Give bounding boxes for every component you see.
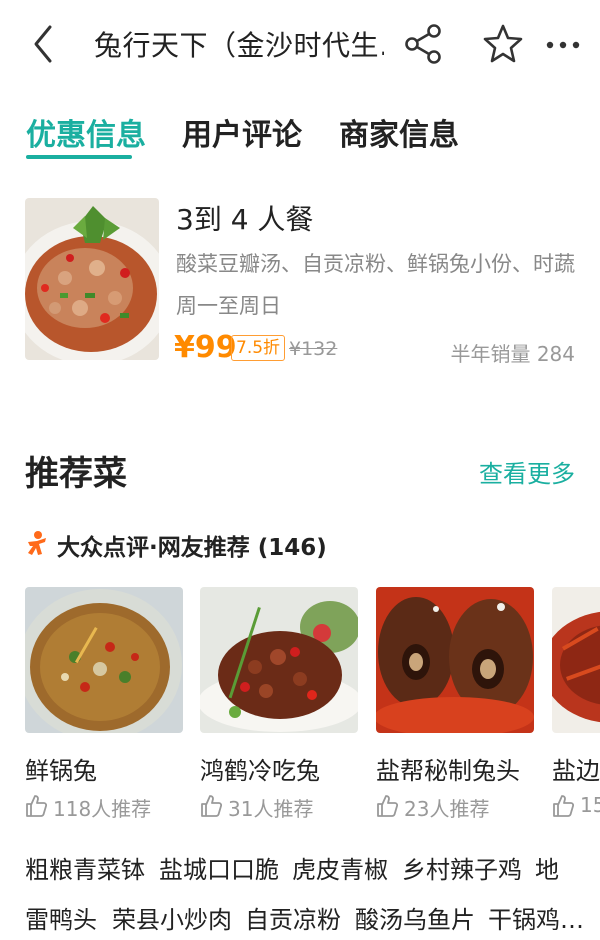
see-more-link[interactable]: 查看更多	[479, 454, 575, 489]
page-title: 兔行天下（金沙时代生…	[94, 29, 384, 62]
thumbs-up-icon	[201, 795, 222, 817]
dish-like-count: 23人推荐	[404, 797, 490, 821]
dish-image	[552, 587, 600, 733]
dish-card[interactable]: 鲜锅兔 118人推荐	[25, 587, 185, 827]
dish-tag[interactable]: 盐城口口脆	[159, 850, 279, 885]
dish-name: 盐帮秘制兔头	[376, 757, 520, 785]
share-icon	[405, 24, 441, 64]
thumbs-up-icon	[553, 795, 574, 817]
dish-tag[interactable]: 荣县小炒肉	[112, 900, 232, 935]
dish-tag[interactable]: 粗粮青菜钵	[25, 850, 145, 885]
thumbs-up-icon	[377, 795, 398, 817]
dish-name: 鲜锅兔	[25, 757, 97, 785]
dish-tag[interactable]: 干锅鸡…	[488, 900, 584, 935]
more-button[interactable]	[545, 30, 581, 60]
top-bar: 兔行天下（金沙时代生…	[0, 0, 600, 90]
favorite-button[interactable]	[482, 22, 524, 66]
active-tab-indicator	[26, 155, 132, 159]
tab-deals[interactable]: 优惠信息	[26, 110, 146, 154]
star-icon	[483, 24, 523, 63]
dish-name: 盐边	[552, 757, 600, 785]
deal-card[interactable]: 3到 4 人餐 酸菜豆瓣汤、自贡凉粉、鲜锅兔小份、时蔬 周一至周日 ¥99 7.…	[0, 190, 600, 370]
dish-card[interactable]: 鸿鹤冷吃兔 31人推荐	[200, 587, 360, 827]
dish-tag[interactable]: 酸汤乌鱼片	[355, 900, 475, 935]
dianping-logo-icon	[28, 531, 46, 555]
deal-price: ¥99	[174, 330, 237, 365]
dish-name: 鸿鹤冷吃兔	[200, 757, 320, 785]
dish-tag[interactable]: 地	[535, 850, 559, 885]
dish-like-count: 15	[580, 793, 600, 817]
dish-like-count: 31人推荐	[228, 797, 314, 821]
tab-merchant-info[interactable]: 商家信息	[339, 110, 459, 154]
thumbs-up-icon	[26, 795, 47, 817]
share-button[interactable]	[404, 22, 444, 66]
dish-tag[interactable]: 雷鸭头	[25, 900, 97, 935]
deal-image	[25, 198, 159, 360]
deal-description: 酸菜豆瓣汤、自贡凉粉、鲜锅兔小份、时蔬	[176, 252, 575, 276]
deal-valid-days: 周一至周日	[176, 294, 281, 318]
section-title: 推荐菜	[25, 454, 127, 494]
tab-reviews[interactable]: 用户评论	[182, 110, 302, 154]
dish-list: 鲜锅兔 118人推荐 鸿鹤冷吃兔 31人推荐 盐帮秘制兔头 23人推荐 盐边 1…	[0, 587, 600, 827]
dish-image	[376, 587, 534, 733]
dish-like-count: 118人推荐	[53, 797, 152, 821]
dish-image	[25, 587, 183, 733]
sales-count: 半年销量 284	[450, 342, 575, 366]
dish-tag[interactable]: 虎皮青椒	[292, 850, 388, 885]
back-icon	[34, 25, 52, 63]
back-button[interactable]	[26, 22, 62, 66]
deal-title: 3到 4 人餐	[176, 203, 314, 236]
dish-tag[interactable]: 乡村辣子鸡	[402, 850, 522, 885]
source-label: 大众点评·网友推荐 (146)	[57, 535, 327, 561]
dish-tag[interactable]: 自贡凉粉	[245, 900, 341, 935]
original-price: ¥132	[289, 338, 338, 360]
dish-image	[200, 587, 358, 733]
dish-card[interactable]: 盐帮秘制兔头 23人推荐	[376, 587, 536, 827]
dish-tags: 粗粮青菜钵 盐城口口脆 虎皮青椒 乡村辣子鸡 地 雷鸭头 荣县小炒肉 自贡凉粉 …	[0, 848, 600, 940]
more-icon	[546, 41, 580, 49]
tab-bar: 优惠信息 用户评论 商家信息	[0, 100, 600, 170]
discount-badge: 7.5折	[231, 335, 286, 361]
dish-card[interactable]: 盐边 15	[552, 587, 600, 827]
